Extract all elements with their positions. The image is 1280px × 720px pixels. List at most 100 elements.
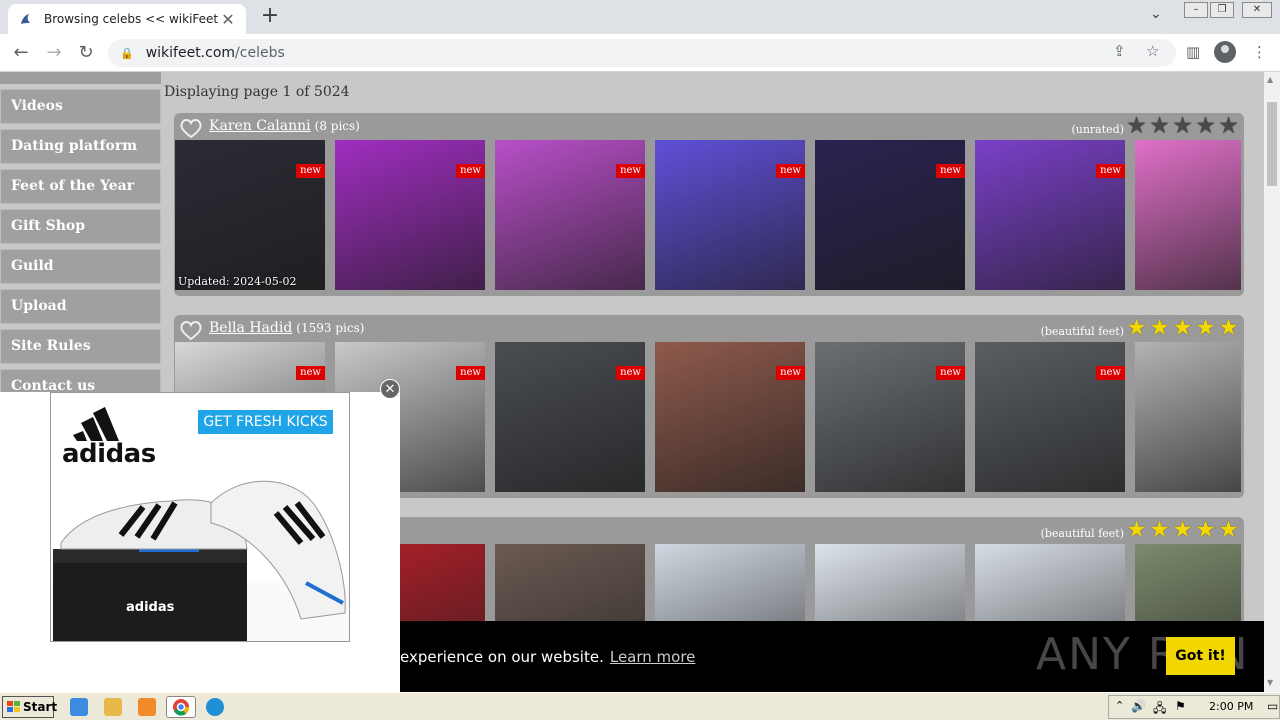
rating-label: (beautiful feet) (1040, 527, 1124, 540)
celeb-photo-thumbnail[interactable]: new (975, 342, 1125, 492)
celeb-photo-thumbnail[interactable] (1135, 342, 1241, 492)
tab-search-chevron-icon[interactable]: ⌄ (1150, 6, 1162, 22)
lock-icon: 🔒 (120, 46, 134, 60)
celeb-photo-thumbnail[interactable]: new (655, 342, 805, 492)
media-player-icon[interactable] (138, 698, 156, 716)
star-icon[interactable]: ★ (1125, 317, 1148, 340)
reload-icon[interactable]: ↻ (75, 42, 97, 64)
star-icon[interactable]: ★ (1194, 115, 1217, 138)
adidas-ad[interactable]: adidas GET FRESH KICKS adidas (50, 392, 350, 642)
celeb-photo-thumbnail[interactable]: new (975, 140, 1125, 290)
sidebar-item-guild[interactable]: Guild (0, 249, 161, 284)
new-badge: new (616, 366, 645, 380)
side-panel-icon[interactable]: ▥ (1186, 43, 1200, 61)
celeb-card: Karen Calanni (8 pics) (unrated) ★ ★ ★ ★ ★ ne… (174, 113, 1244, 296)
learn-more-link[interactable]: Learn more (610, 648, 696, 666)
favorite-heart-icon[interactable] (179, 117, 203, 139)
cookie-message: experience on our website. (400, 648, 604, 666)
star-icon[interactable]: ★ (1171, 115, 1194, 138)
ad-cta-button[interactable]: GET FRESH KICKS (198, 410, 333, 434)
celeb-name-link[interactable]: Bella Hadid (1593 pics) (209, 320, 364, 336)
restore-button[interactable]: ❐ (1210, 2, 1234, 18)
celeb-photo-thumbnail[interactable]: new (655, 140, 805, 290)
star-icon[interactable]: ★ (1148, 519, 1171, 542)
new-badge: new (936, 164, 965, 178)
page-count-text: Displaying page 1 of 5024 (164, 84, 350, 100)
profile-avatar-icon[interactable] (1214, 41, 1236, 63)
star-icon[interactable]: ★ (1194, 519, 1217, 542)
share-icon[interactable]: ⇪ (1113, 42, 1126, 60)
favorite-heart-icon[interactable] (179, 319, 203, 341)
menu-kebab-icon[interactable]: ⋮ (1252, 43, 1267, 61)
star-rating[interactable]: ★ ★ ★ ★ ★ (1125, 317, 1240, 340)
star-icon[interactable]: ★ (1217, 115, 1240, 138)
start-label: Start (23, 700, 58, 714)
browser-tab[interactable]: Browsing celebs << wikiFeet ✕ (8, 4, 246, 34)
celeb-photo-thumbnail[interactable]: new (495, 342, 645, 492)
windows-taskbar: Start ⌃ 🔊 🖧 ⚑ ▭ 2:00 PM (0, 692, 1280, 720)
back-arrow-icon[interactable]: ← (10, 42, 32, 64)
ie-icon[interactable] (70, 698, 88, 716)
show-desktop-icon[interactable]: ▭ (1267, 699, 1278, 713)
tray-expand-icon[interactable]: ⌃ (1115, 699, 1124, 712)
chrome-taskbar-button[interactable] (166, 696, 196, 718)
cookie-banner: experience on our website. Learn more ANY… (400, 621, 1264, 692)
star-rating[interactable]: ★ ★ ★ ★ ★ (1125, 115, 1240, 138)
minimize-button[interactable]: – (1184, 2, 1208, 18)
start-button[interactable]: Start (2, 696, 58, 718)
vertical-scrollbar[interactable]: ▲ ▼ (1264, 72, 1280, 692)
tab-title: Browsing celebs << wikiFeet (44, 12, 219, 26)
sidebar-top-item[interactable] (0, 72, 161, 84)
system-tray: ⌃ 🔊 🖧 ⚑ ▭ (1108, 695, 1280, 719)
sneaker-image: adidas (51, 480, 349, 641)
celeb-photo-thumbnail[interactable]: new (815, 140, 965, 290)
browser-toolbar: ← → ↻ 🔒 wikifeet.com/celebs ⇪ ☆ ▥ ⋮ (0, 34, 1280, 72)
star-rating[interactable]: ★ ★ ★ ★ ★ (1125, 519, 1240, 542)
star-icon[interactable]: ★ (1171, 317, 1194, 340)
volume-icon[interactable]: 🔊 (1131, 699, 1146, 713)
cookie-accept-button[interactable]: Got it! (1166, 637, 1235, 675)
celeb-photo-thumbnail[interactable]: new (335, 140, 485, 290)
bookmark-star-icon[interactable]: ☆ (1146, 42, 1159, 60)
network-icon[interactable]: 🖧 (1153, 699, 1166, 720)
celeb-photo-thumbnail[interactable]: new Updated: 2024-05-02 (175, 140, 325, 290)
explorer-folder-icon[interactable] (104, 698, 122, 716)
star-icon[interactable]: ★ (1125, 519, 1148, 542)
chrome-icon (173, 699, 190, 716)
new-badge: new (1096, 164, 1125, 178)
scroll-up-arrow-icon[interactable]: ▲ (1267, 75, 1273, 84)
sidebar-item-upload[interactable]: Upload (0, 289, 161, 324)
window-close-button[interactable]: ✕ (1242, 2, 1272, 18)
action-center-flag-icon[interactable]: ⚑ (1175, 699, 1186, 713)
new-badge: new (296, 164, 325, 178)
adidas-logo-icon (73, 407, 119, 441)
star-icon[interactable]: ★ (1171, 519, 1194, 542)
star-icon[interactable]: ★ (1148, 115, 1171, 138)
ad-close-button[interactable]: ✕ (380, 379, 400, 399)
celeb-photo-thumbnail[interactable]: new (495, 140, 645, 290)
new-badge: new (776, 366, 805, 380)
star-icon[interactable]: ★ (1217, 519, 1240, 542)
new-badge: new (616, 164, 645, 178)
new-tab-button[interactable]: + (258, 5, 282, 29)
celeb-photo-thumbnail[interactable] (1135, 140, 1241, 290)
star-icon[interactable]: ★ (1148, 317, 1171, 340)
scroll-down-arrow-icon[interactable]: ▼ (1267, 678, 1273, 687)
tab-close-icon[interactable]: ✕ (220, 10, 236, 29)
sidebar-item-gift-shop[interactable]: Gift Shop (0, 209, 161, 244)
sidebar-item-feet-of-the-year[interactable]: Feet of the Year (0, 169, 161, 204)
new-badge: new (456, 164, 485, 178)
scrollbar-thumb[interactable] (1267, 102, 1277, 186)
sidebar-item-site-rules[interactable]: Site Rules (0, 329, 161, 364)
star-icon[interactable]: ★ (1125, 115, 1148, 138)
forward-arrow-icon[interactable]: → (43, 42, 65, 64)
star-icon[interactable]: ★ (1194, 317, 1217, 340)
celeb-name-link[interactable]: Karen Calanni (8 pics) (209, 118, 360, 134)
edge-icon[interactable] (206, 698, 224, 716)
sidebar-item-dating-platform[interactable]: Dating platform (0, 129, 161, 164)
star-icon[interactable]: ★ (1217, 317, 1240, 340)
address-bar[interactable]: 🔒 wikifeet.com/celebs (108, 39, 1176, 67)
taskbar-clock: 2:00 PM (1209, 700, 1254, 713)
sidebar-item-videos[interactable]: Videos (0, 89, 161, 124)
celeb-photo-thumbnail[interactable]: new (815, 342, 965, 492)
